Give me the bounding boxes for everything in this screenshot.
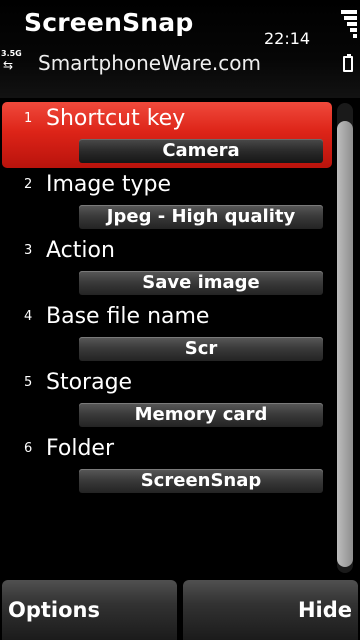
item-number: 1 — [24, 111, 33, 126]
scroll-thumb[interactable] — [337, 121, 353, 567]
settings-list: 1 Shortcut key Camera 2 Image type Jpeg … — [0, 98, 333, 568]
item-number: 5 — [24, 375, 33, 390]
item-value-button[interactable]: Jpeg - High quality — [79, 205, 323, 229]
signal-strength-icon — [339, 8, 359, 44]
app-subtitle: SmartphoneWare.com — [38, 51, 261, 75]
item-number: 6 — [24, 441, 33, 456]
softkey-bar: Options Hide — [0, 578, 360, 640]
item-label: Shortcut key — [46, 106, 186, 131]
item-number: 3 — [24, 243, 33, 258]
item-label: Storage — [46, 370, 133, 395]
arrows-icon: ⇆ — [3, 58, 14, 72]
setting-item-folder[interactable]: 6 Folder ScreenSnap — [2, 432, 332, 498]
battery-icon — [343, 54, 353, 72]
item-value-button[interactable]: Save image — [79, 271, 323, 295]
item-value-button[interactable]: Scr — [79, 337, 323, 361]
setting-item-action[interactable]: 3 Action Save image — [2, 234, 332, 300]
item-value-button[interactable]: ScreenSnap — [79, 469, 323, 493]
data-transfer-icon: 3.5G ⇆ — [1, 49, 22, 77]
item-number: 2 — [24, 177, 33, 192]
item-value-button[interactable]: Memory card — [79, 403, 323, 427]
item-label: Base file name — [46, 304, 210, 329]
setting-item-base-file-name[interactable]: 4 Base file name Scr — [2, 300, 332, 366]
scrollbar[interactable] — [337, 103, 353, 573]
item-label: Folder — [46, 436, 114, 461]
hide-button[interactable]: Hide — [183, 580, 358, 640]
setting-item-image-type[interactable]: 2 Image type Jpeg - High quality — [2, 168, 332, 234]
setting-item-storage[interactable]: 5 Storage Memory card — [2, 366, 332, 432]
item-value-button[interactable]: Camera — [79, 139, 323, 163]
status-bar: ScreenSnap SmartphoneWare.com 22:14 3.5G… — [0, 0, 360, 98]
app-title: ScreenSnap — [24, 8, 194, 37]
clock: 22:14 — [264, 29, 311, 48]
item-label: Action — [46, 238, 115, 263]
network-type-label: 3.5G — [1, 49, 22, 58]
item-label: Image type — [46, 172, 172, 197]
item-number: 4 — [24, 309, 33, 324]
setting-item-shortcut-key[interactable]: 1 Shortcut key Camera — [2, 102, 332, 168]
options-button[interactable]: Options — [2, 580, 177, 640]
